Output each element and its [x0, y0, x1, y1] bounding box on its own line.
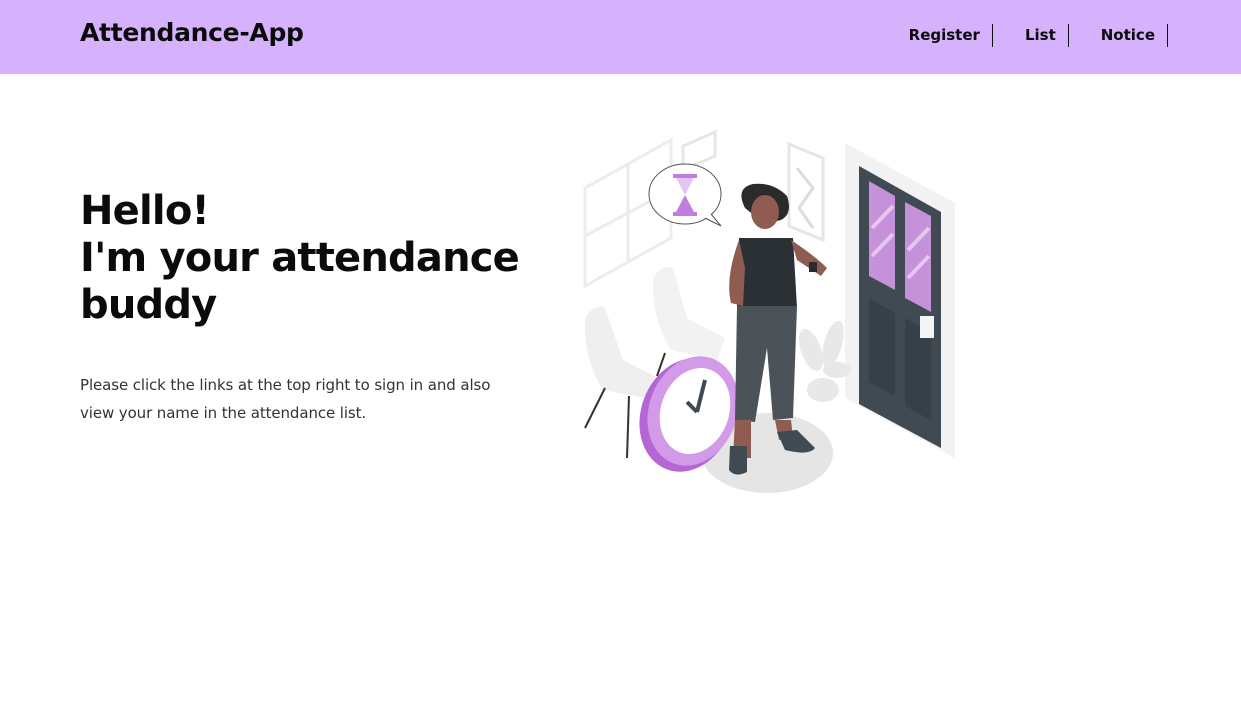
brand-logo[interactable]: Attendance-App: [80, 18, 304, 47]
navbar: Attendance-App Register List Notice: [0, 0, 1241, 74]
plant-icon: [798, 320, 851, 402]
nav-link-list[interactable]: List: [1025, 24, 1069, 47]
hero-title-line-1: Hello!: [80, 188, 210, 234]
hourglass-icon: [648, 163, 722, 227]
nav-link-register[interactable]: Register: [909, 24, 993, 47]
hero-description: Please click the links at the top right …: [80, 376, 491, 422]
hero-title: Hello! I'm your attendance buddy: [80, 188, 520, 329]
nav-link-notice[interactable]: Notice: [1101, 24, 1168, 47]
door-icon: [845, 143, 955, 458]
person-checking-watch-illustration: [575, 128, 965, 498]
hero-title-line-2: I'm your attendance: [80, 235, 520, 281]
nav-links: Register List Notice: [909, 24, 1168, 47]
hero-title-line-3: buddy: [80, 282, 217, 328]
